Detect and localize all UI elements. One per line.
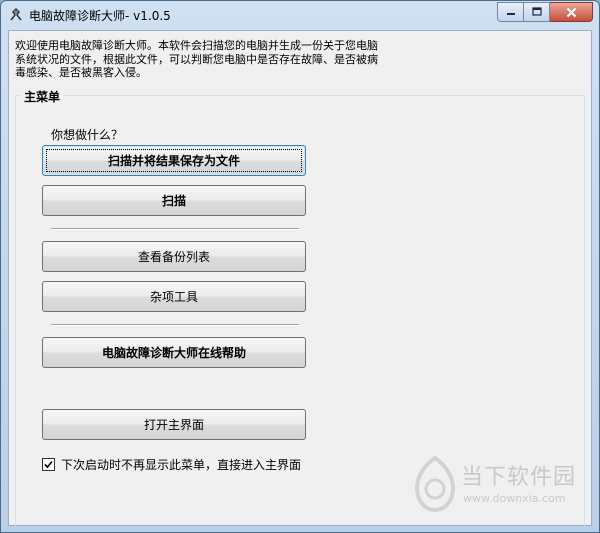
watermark-title: 当下软件园 (461, 465, 577, 490)
window-title: 电脑故障诊断大师- v1.0.5 (29, 9, 171, 23)
close-button[interactable] (550, 2, 593, 22)
app-icon (10, 7, 22, 21)
close-icon (566, 7, 576, 17)
skip-menu-option[interactable]: 下次启动时不再显示此菜单，直接进入主界面 (42, 456, 301, 473)
main-menu-title: 主菜单 (21, 88, 64, 105)
separator (51, 324, 299, 326)
online-help-button[interactable]: 电脑故障诊断大师在线帮助 (42, 337, 306, 368)
title-bar[interactable]: 电脑故障诊断大师- v1.0.5 (1, 1, 599, 29)
minimize-icon (506, 13, 515, 15)
watermark-url: www.downxia.com (463, 492, 566, 505)
misc-tools-button[interactable]: 杂项工具 (42, 281, 306, 312)
intro-text: 欢迎使用电脑故障诊断大师。本软件会扫描您的电脑并生成一份关于您电脑 系统状况的文… (15, 39, 378, 79)
scan-and-save-button[interactable]: 扫描并将结果保存为文件 (42, 145, 306, 176)
backup-list-button[interactable]: 查看备份列表 (42, 241, 306, 272)
open-main-ui-button[interactable]: 打开主界面 (42, 409, 306, 440)
app-window: 电脑故障诊断大师- v1.0.5 欢迎使用电脑故障诊断大师。本软件会扫描您的电脑… (0, 0, 600, 533)
client-area: 欢迎使用电脑故障诊断大师。本软件会扫描您的电脑并生成一份关于您电脑 系统状况的文… (8, 30, 592, 526)
checkmark-icon (44, 460, 53, 469)
prompt-label: 你想做什么？ (51, 128, 124, 142)
watermark-logo-icon (414, 456, 456, 512)
window-controls (497, 2, 593, 22)
scan-button[interactable]: 扫描 (42, 185, 306, 216)
skip-menu-label: 下次启动时不再显示此菜单，直接进入主界面 (61, 458, 302, 472)
maximize-icon (531, 7, 542, 16)
skip-menu-checkbox[interactable] (42, 458, 55, 471)
minimize-button[interactable] (497, 2, 524, 22)
watermark: 当下软件园 www.downxia.com (409, 456, 589, 526)
maximize-button[interactable] (524, 2, 550, 22)
separator (51, 228, 299, 230)
